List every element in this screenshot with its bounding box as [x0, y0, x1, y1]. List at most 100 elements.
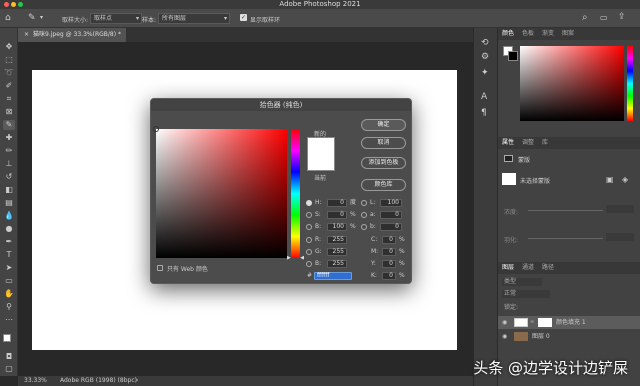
layer-row[interactable]: ◉ ∞ 颜色填充 1	[498, 316, 640, 329]
tab-color[interactable]: 颜色	[498, 28, 518, 40]
tab-swatches[interactable]: 色板	[518, 28, 538, 40]
close-tab-icon[interactable]: ×	[24, 31, 29, 38]
marquee-tool-icon[interactable]: ⬚	[3, 55, 15, 65]
red-radio[interactable]	[306, 237, 312, 243]
hue-slider[interactable]: ▶ ◀	[287, 129, 304, 261]
ok-button[interactable]: 确定	[361, 119, 406, 131]
tab-properties[interactable]: 属性	[498, 137, 518, 149]
saturation-radio[interactable]	[306, 212, 312, 218]
eyedropper-tool-icon[interactable]: ✎	[28, 13, 36, 23]
panel-background-swatch[interactable]	[508, 51, 518, 61]
hue-radio[interactable]	[306, 200, 312, 206]
pixel-mask-icon[interactable]: ▣	[606, 175, 614, 184]
status-arrow-icon[interactable]: ›	[136, 376, 138, 386]
yellow-field[interactable]: 0	[382, 260, 396, 268]
zoom-tool-icon[interactable]: ⚲	[3, 302, 15, 312]
density-field[interactable]	[606, 205, 634, 213]
eraser-tool-icon[interactable]: ◧	[3, 185, 15, 195]
a-radio[interactable]	[361, 212, 367, 218]
hue-slider-handle-left[interactable]: ▶	[287, 255, 291, 261]
lightness-radio[interactable]	[361, 200, 367, 206]
brightness-field[interactable]: 100	[327, 223, 347, 231]
type-tool-icon[interactable]: T	[3, 250, 15, 260]
quick-select-tool-icon[interactable]: ✐	[3, 81, 15, 91]
close-window-button[interactable]	[4, 2, 9, 7]
chevron-down-icon[interactable]: ▾	[40, 14, 43, 21]
green-radio[interactable]	[306, 249, 312, 255]
b-lab-field[interactable]: 0	[380, 223, 402, 231]
web-only-checkbox[interactable]	[157, 265, 163, 271]
more-tools-icon[interactable]: ⋯	[3, 315, 15, 325]
pen-tool-icon[interactable]: ✒	[3, 237, 15, 247]
b-radio[interactable]	[361, 224, 367, 230]
color-field-cursor[interactable]	[153, 126, 159, 132]
add-to-swatches-button[interactable]: 添加到色板	[361, 157, 406, 169]
saturation-field[interactable]: 0	[327, 211, 347, 219]
tab-channels[interactable]: 通道	[518, 262, 538, 274]
gradient-tool-icon[interactable]: ▤	[3, 198, 15, 208]
layer-kind-filter[interactable]: 类型	[502, 278, 542, 286]
sample-size-select[interactable]: 取样点 ▾	[90, 13, 142, 24]
hex-field[interactable]: ffffff	[314, 272, 352, 280]
minimize-window-button[interactable]	[11, 2, 16, 7]
hand-tool-icon[interactable]: ✋	[3, 289, 15, 299]
color-libraries-button[interactable]: 颜色库	[361, 179, 406, 191]
vector-mask-icon[interactable]: ◈	[622, 175, 628, 184]
home-icon[interactable]: ⌂	[5, 13, 11, 23]
crop-tool-icon[interactable]: ⌗	[3, 94, 15, 104]
shape-tool-icon[interactable]: ▭	[3, 276, 15, 286]
blue-radio[interactable]	[306, 261, 312, 267]
show-ring-checkbox[interactable]: ✓	[240, 14, 247, 21]
screen-mode-icon[interactable]: ▢	[3, 364, 15, 374]
blue-field[interactable]: 255	[327, 260, 347, 268]
magenta-field[interactable]: 0	[382, 248, 396, 256]
path-select-icon[interactable]: ➤	[3, 263, 15, 273]
cancel-button[interactable]: 取消	[361, 137, 406, 149]
quick-mask-icon[interactable]: ◘	[3, 352, 15, 362]
hue-slider-handle-right[interactable]: ◀	[300, 255, 304, 261]
black-field[interactable]: 0	[382, 272, 396, 280]
tab-gradients[interactable]: 渐变	[538, 28, 558, 40]
foreground-color-swatch[interactable]	[3, 334, 11, 342]
share-icon[interactable]: ⇪	[618, 12, 626, 22]
tab-layers[interactable]: 图层	[498, 262, 518, 274]
a-field[interactable]: 0	[380, 211, 402, 219]
eye-icon[interactable]: ◉	[502, 316, 507, 329]
layer-row[interactable]: ◉ 图层 0	[498, 330, 640, 343]
tab-patterns[interactable]: 图案	[558, 28, 578, 40]
green-field[interactable]: 255	[327, 248, 347, 256]
zoom-level[interactable]: 33.33%	[24, 376, 47, 386]
brush-tool-icon[interactable]: ✏	[3, 146, 15, 156]
adjust-icon[interactable]: ⚙	[481, 52, 489, 62]
feather-slider[interactable]	[528, 238, 603, 239]
move-tool-icon[interactable]: ✥	[3, 42, 15, 52]
lasso-tool-icon[interactable]: ➰	[3, 68, 15, 78]
workspace-icon[interactable]: ▭	[600, 13, 608, 22]
document-tab[interactable]: × 猫咪9.jpeg @ 33.3%(RGB/8) *	[18, 28, 126, 42]
sample-select[interactable]: 所有图层 ▾	[158, 13, 230, 24]
character-icon[interactable]: A	[481, 92, 487, 102]
hue-slider[interactable]	[627, 46, 633, 121]
cyan-field[interactable]: 0	[382, 236, 396, 244]
eye-icon[interactable]: ◉	[502, 330, 507, 343]
healing-brush-icon[interactable]: ✚	[3, 133, 15, 143]
frame-tool-icon[interactable]: ⊠	[3, 107, 15, 117]
lightness-field[interactable]: 100	[380, 199, 402, 207]
blur-tool-icon[interactable]: 💧	[3, 211, 15, 221]
history-brush-icon[interactable]: ↺	[3, 172, 15, 182]
eyedropper-tool-icon[interactable]: ✎	[3, 120, 15, 130]
feather-field[interactable]	[606, 233, 634, 241]
tab-libraries[interactable]: 库	[538, 137, 552, 149]
tab-paths[interactable]: 路径	[538, 262, 558, 274]
saturation-brightness-field[interactable]	[153, 126, 287, 258]
paragraph-icon[interactable]: ¶	[481, 108, 487, 118]
brush-settings-icon[interactable]: ✦	[481, 68, 489, 78]
dodge-tool-icon[interactable]: ●	[3, 224, 15, 234]
color-field[interactable]	[520, 46, 624, 121]
zoom-window-button[interactable]	[18, 2, 23, 7]
density-slider[interactable]	[528, 210, 603, 211]
tab-adjustments[interactable]: 调整	[518, 137, 538, 149]
red-field[interactable]: 255	[327, 236, 347, 244]
blend-mode-select[interactable]: 正常	[502, 290, 550, 298]
hue-field[interactable]: 0	[327, 199, 347, 207]
